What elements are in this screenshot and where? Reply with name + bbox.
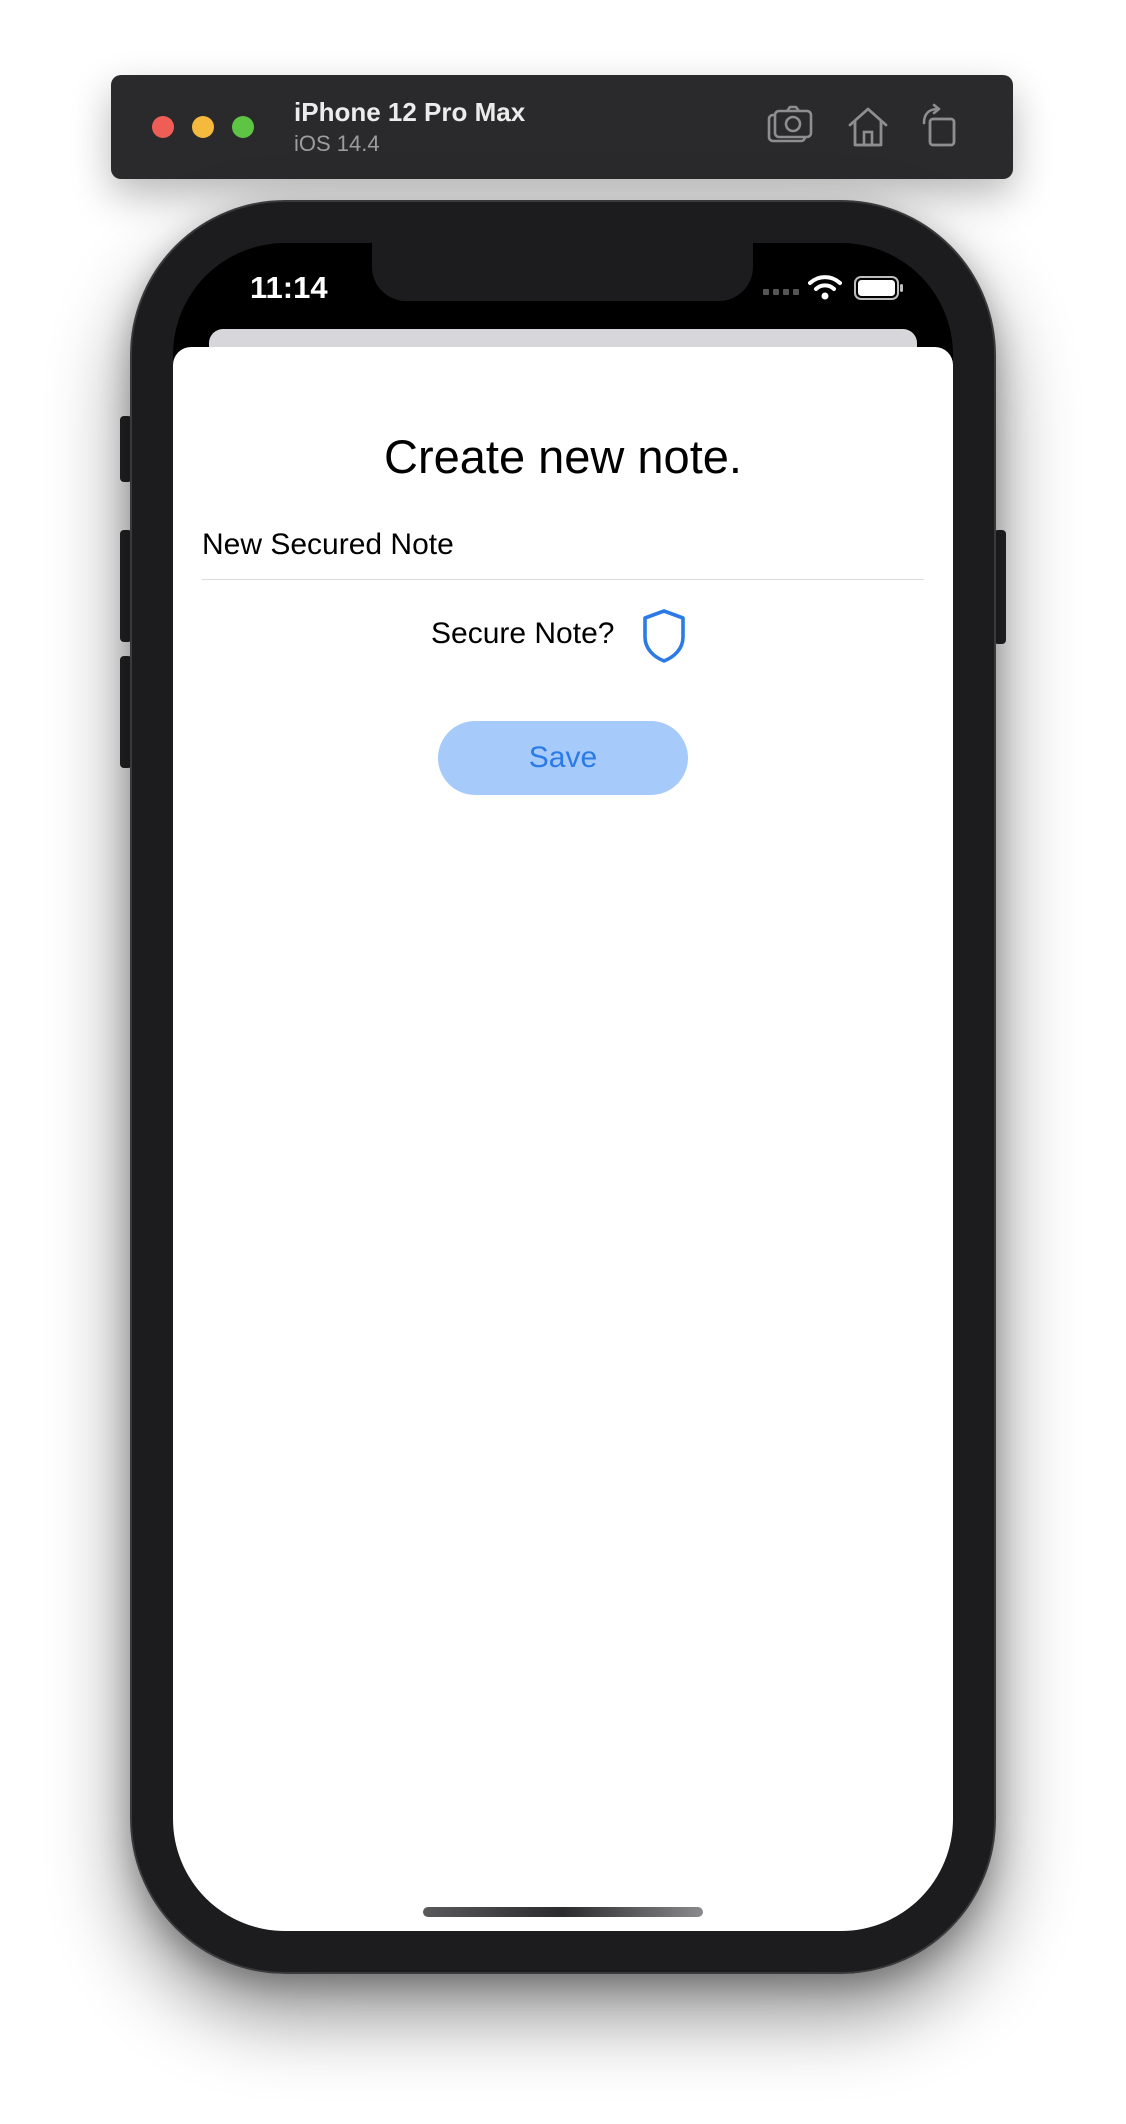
create-note-sheet: Create new note. Secure Note? Save [173,347,953,1931]
cellular-signal-icon [763,289,799,297]
notch [372,243,753,301]
zoom-window-button[interactable] [232,116,254,138]
save-button[interactable]: Save [438,721,688,795]
simulator-stage: iPhone 12 Pro Max iOS 14.4 11:14 Create … [0,0,1126,2124]
simulator-titlebar: iPhone 12 Pro Max iOS 14.4 [111,75,1013,179]
rotate-icon[interactable] [914,101,966,153]
battery-icon [854,276,904,300]
phone-screen: 11:14 Create new note. Secure No [173,243,953,1931]
home-icon[interactable] [842,101,894,153]
shield-icon[interactable] [641,607,687,663]
input-underline [202,579,924,580]
status-time: 11:14 [250,270,328,305]
close-window-button[interactable] [152,116,174,138]
secure-note-label: Secure Note? [431,617,615,650]
os-version: iOS 14.4 [294,131,380,156]
home-indicator [423,1907,703,1917]
page-title: Create new note. [384,430,742,483]
secure-note-row: Secure Note? [173,605,953,665]
minimize-window-button[interactable] [192,116,214,138]
screenshot-icon[interactable] [763,101,815,153]
wifi-icon [808,274,842,300]
device-name: iPhone 12 Pro Max [294,97,526,127]
note-title-input[interactable] [202,522,924,568]
